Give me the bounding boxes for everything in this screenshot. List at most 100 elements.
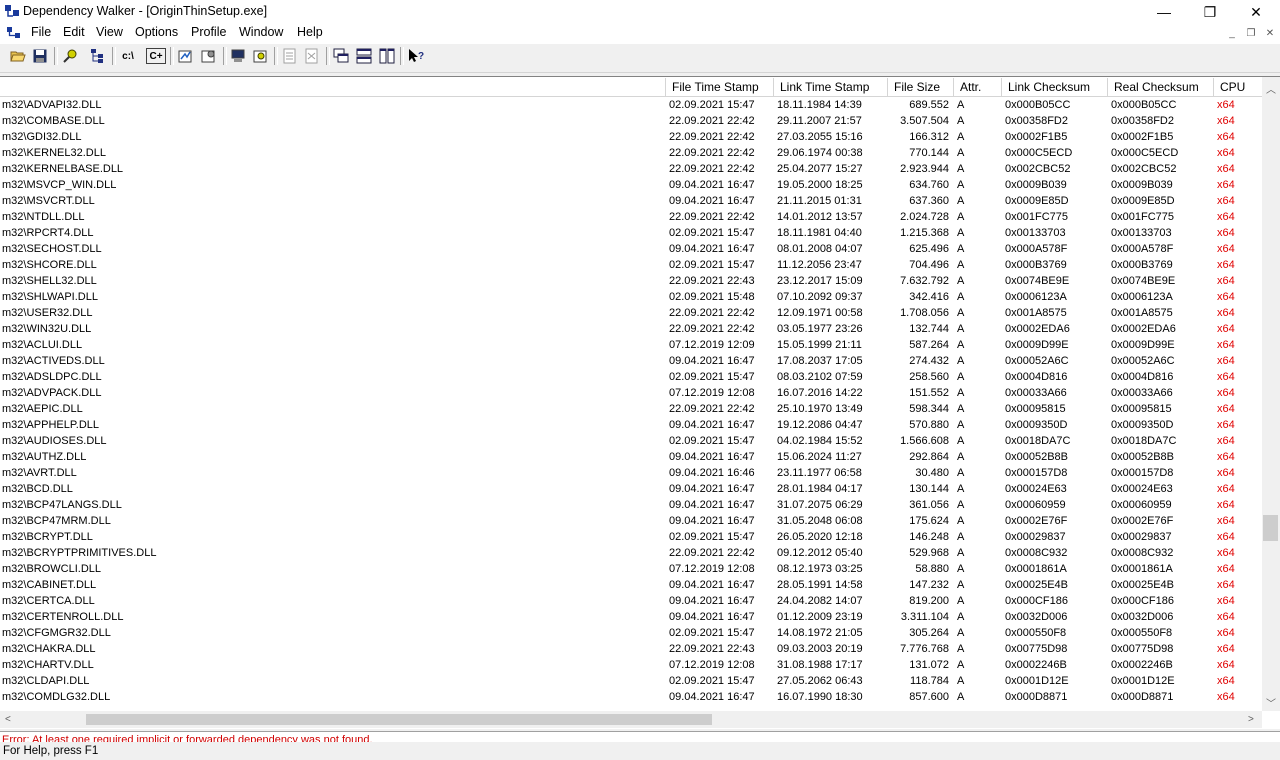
cpu-type: x64 (1217, 403, 1235, 415)
scroll-down-icon[interactable]: ﹀ (1266, 695, 1276, 710)
auto-expand-icon[interactable] (176, 46, 196, 66)
link-time-stamp: 27.03.2055 15:16 (777, 131, 863, 143)
restore-button[interactable]: ❐ (1187, 0, 1233, 24)
toolbar-separator (54, 47, 58, 65)
menu-profile[interactable]: Profile (191, 25, 226, 39)
file-time-stamp: 22.09.2021 22:42 (669, 211, 755, 223)
table-row[interactable]: m32\CFGMGR32.DLL 02.09.2021 15:47 14.08.19… (0, 625, 1262, 641)
menu-edit[interactable]: Edit (63, 25, 85, 39)
find-icon[interactable] (60, 46, 80, 66)
column-link-time-stamp[interactable]: Link Time Stamp (773, 78, 887, 96)
column-real-checksum[interactable]: Real Checksum (1107, 78, 1213, 96)
table-row[interactable]: m32\KERNELBASE.DLL 22.09.2021 22:42 25.04.… (0, 161, 1262, 177)
undecorate-cpp-icon[interactable]: C+ (146, 48, 166, 64)
menu-options[interactable]: Options (135, 25, 178, 39)
system-info-icon[interactable] (228, 46, 248, 66)
table-row[interactable]: m32\CHAKRA.DLL 22.09.2021 22:43 09.03.2003… (0, 641, 1262, 657)
menu-file[interactable]: File (31, 25, 51, 39)
table-row[interactable]: m32\CHARTV.DLL 07.12.2019 12:08 31.08.1988… (0, 657, 1262, 673)
table-row[interactable]: m32\CERTCA.DLL 09.04.2021 16:47 24.04.2082… (0, 593, 1262, 609)
table-row[interactable]: m32\RPCRT4.DLL 02.09.2021 15:47 18.11.1981… (0, 225, 1262, 241)
search-file-icon[interactable] (251, 46, 271, 66)
table-row[interactable]: m32\GDI32.DLL 22.09.2021 22:42 27.03.2055 … (0, 129, 1262, 145)
close-button[interactable]: ✕ (1233, 0, 1279, 24)
horizontal-scroll-thumb[interactable] (86, 714, 712, 725)
context-help-icon[interactable]: ? (406, 46, 426, 66)
child-restore-button[interactable]: ❐ (1243, 26, 1259, 40)
attributes: A (957, 371, 965, 383)
table-row[interactable]: m32\CLDAPI.DLL 02.09.2021 15:47 27.05.2062… (0, 673, 1262, 689)
column-link-checksum[interactable]: Link Checksum (1001, 78, 1107, 96)
column-file-size[interactable]: File Size (887, 78, 953, 96)
table-row[interactable]: m32\CABINET.DLL 09.04.2021 16:47 28.05.199… (0, 577, 1262, 593)
scroll-up-icon[interactable]: ︿ (1266, 81, 1276, 96)
menu-window[interactable]: Window (239, 25, 283, 39)
real-checksum: 0x0009350D (1111, 419, 1174, 431)
attributes: A (957, 403, 965, 415)
full-paths-icon[interactable]: c:\ (118, 46, 138, 66)
real-checksum: 0x0004D816 (1111, 371, 1174, 383)
table-row[interactable]: m32\NTDLL.DLL 22.09.2021 22:42 14.01.2012 … (0, 209, 1262, 225)
table-row[interactable]: m32\CERTENROLL.DLL 09.04.2021 16:47 01.12.… (0, 609, 1262, 625)
table-row[interactable]: m32\USER32.DLL 22.09.2021 22:42 12.09.1971… (0, 305, 1262, 321)
highlight-original-icon[interactable] (302, 46, 322, 66)
open-folder-icon[interactable] (8, 46, 28, 66)
toolbar-separator (170, 47, 174, 65)
table-row[interactable]: m32\BCRYPT.DLL 02.09.2021 15:47 26.05.2020… (0, 529, 1262, 545)
tile-horizontal-icon[interactable] (354, 46, 374, 66)
table-row[interactable]: m32\COMDLG32.DLL 09.04.2021 16:47 16.07.19… (0, 689, 1262, 705)
table-row[interactable]: m32\AUDIOSES.DLL 02.09.2021 15:47 04.02.19… (0, 433, 1262, 449)
vertical-scroll-thumb[interactable] (1263, 515, 1278, 541)
table-row[interactable]: m32\ADVPACK.DLL 07.12.2019 12:08 16.07.201… (0, 385, 1262, 401)
table-row[interactable]: m32\SECHOST.DLL 09.04.2021 16:47 08.01.200… (0, 241, 1262, 257)
cascade-icon[interactable] (331, 46, 351, 66)
table-row[interactable]: m32\BROWCLI.DLL 07.12.2019 12:08 08.12.197… (0, 561, 1262, 577)
child-window-icon[interactable] (7, 27, 21, 39)
table-row[interactable]: m32\ADVAPI32.DLL 02.09.2021 15:47 18.11.19… (0, 97, 1262, 113)
table-row[interactable]: m32\AUTHZ.DLL 09.04.2021 16:47 15.06.2024 … (0, 449, 1262, 465)
table-row[interactable]: m32\BCP47LANGS.DLL 09.04.2021 16:47 31.07.… (0, 497, 1262, 513)
table-row[interactable]: m32\APPHELP.DLL 09.04.2021 16:47 19.12.208… (0, 417, 1262, 433)
scroll-right-icon[interactable]: > (1248, 714, 1254, 725)
child-minimize-button[interactable]: _ (1224, 26, 1240, 40)
table-row[interactable]: m32\BCD.DLL 09.04.2021 16:47 28.01.1984 04… (0, 481, 1262, 497)
copy-tree-icon[interactable] (88, 46, 108, 66)
table-row[interactable]: m32\BCP47MRM.DLL 09.04.2021 16:47 31.05.20… (0, 513, 1262, 529)
table-row[interactable]: m32\SHLWAPI.DLL 02.09.2021 15:48 07.10.209… (0, 289, 1262, 305)
table-row[interactable]: m32\AVRT.DLL 09.04.2021 16:46 23.11.1977 0… (0, 465, 1262, 481)
real-checksum: 0x000A578F (1111, 243, 1174, 255)
table-row[interactable]: m32\ACTIVEDS.DLL 09.04.2021 16:47 17.08.20… (0, 353, 1262, 369)
table-row[interactable]: m32\ACLUI.DLL 07.12.2019 12:09 15.05.1999 … (0, 337, 1262, 353)
table-row[interactable]: m32\WIN32U.DLL 22.09.2021 22:42 03.05.1977… (0, 321, 1262, 337)
link-time-stamp: 14.01.2012 13:57 (777, 211, 863, 223)
real-checksum: 0x00358FD2 (1111, 115, 1174, 127)
column-file-time-stamp[interactable]: File Time Stamp (665, 78, 773, 96)
real-checksum: 0x0002E76F (1111, 515, 1174, 527)
table-row[interactable]: m32\MSVCP_WIN.DLL 09.04.2021 16:47 19.05.2… (0, 177, 1262, 193)
table-row[interactable]: m32\ADSLDPC.DLL 02.09.2021 15:47 08.03.210… (0, 369, 1262, 385)
table-row[interactable]: m32\AEPIC.DLL 22.09.2021 22:42 25.10.1970 … (0, 401, 1262, 417)
column-attr[interactable]: Attr. (953, 78, 1001, 96)
table-row[interactable]: m32\BCRYPTPRIMITIVES.DLL 22.09.2021 22:42… (0, 545, 1262, 561)
link-checksum: 0x00358FD2 (1005, 115, 1068, 127)
menu-help[interactable]: Help (297, 25, 323, 39)
minimize-button[interactable]: — (1141, 0, 1187, 24)
table-row[interactable]: m32\SHELL32.DLL 22.09.2021 22:43 23.12.201… (0, 273, 1262, 289)
table-row[interactable]: m32\SHCORE.DLL 02.09.2021 15:47 11.12.2056… (0, 257, 1262, 273)
table-row[interactable]: m32\MSVCRT.DLL 09.04.2021 16:47 21.11.2015… (0, 193, 1262, 209)
module-rows: m32\ADVAPI32.DLL 02.09.2021 15:47 18.11.19… (0, 97, 1262, 711)
save-icon[interactable] (30, 46, 50, 66)
tile-vertical-icon[interactable] (377, 46, 397, 66)
scroll-left-icon[interactable]: < (5, 714, 11, 725)
cpu-type: x64 (1217, 259, 1235, 271)
column-cpu[interactable]: CPU (1213, 78, 1262, 96)
menu-view[interactable]: View (96, 25, 123, 39)
highlight-matching-icon[interactable] (280, 46, 300, 66)
vertical-scrollbar[interactable]: ︿ ﹀ (1262, 77, 1280, 711)
link-checksum: 0x001A8575 (1005, 307, 1067, 319)
table-row[interactable]: m32\KERNEL32.DLL 22.09.2021 22:42 29.06.19… (0, 145, 1262, 161)
properties-icon[interactable] (199, 46, 219, 66)
table-row[interactable]: m32\COMBASE.DLL 22.09.2021 22:42 29.11.200… (0, 113, 1262, 129)
child-close-button[interactable]: ✕ (1262, 26, 1278, 40)
module-name: m32\RPCRT4.DLL (2, 227, 94, 239)
